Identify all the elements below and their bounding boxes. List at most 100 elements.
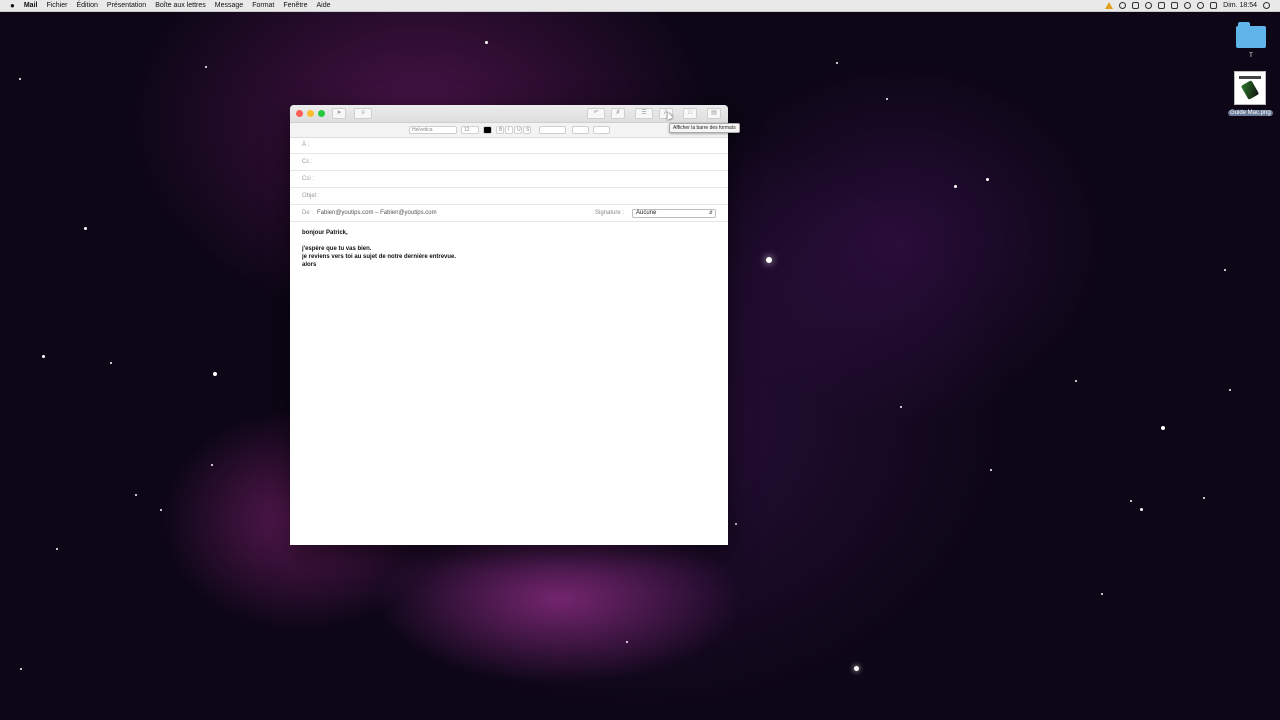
star (42, 355, 45, 358)
format-bar: Helvetica 12 B I U S (290, 123, 728, 138)
star (20, 668, 22, 670)
star (886, 98, 888, 100)
star (1161, 426, 1165, 430)
star (766, 257, 772, 263)
star (211, 464, 213, 466)
menu-aide[interactable]: Aide (317, 2, 331, 9)
italic-button[interactable]: I (505, 126, 513, 134)
header-fields-button[interactable]: ≡ (354, 108, 372, 119)
star (1224, 269, 1226, 271)
font-select[interactable]: Helvetica (409, 126, 457, 134)
stationery-icon[interactable]: ▤ (707, 108, 721, 119)
underline-button[interactable]: U (514, 126, 522, 134)
airdrop-icon[interactable] (1184, 2, 1192, 9)
warning-icon[interactable] (1105, 2, 1114, 9)
star (1130, 500, 1132, 502)
body-line: j'espère que tu vas bien. (302, 246, 372, 252)
star (1075, 380, 1077, 382)
title-bar: ➤ ≡ ↶ ✗ ☰ A □ ▤ (290, 105, 728, 123)
signature-select[interactable]: Aucune ⇵ (632, 209, 716, 218)
image-file-icon (1234, 71, 1267, 105)
zoom-button[interactable] (318, 110, 325, 117)
star (836, 62, 838, 64)
desktop-file-label: Guide Mac.png (1228, 110, 1273, 116)
star (205, 66, 207, 68)
bcc-field[interactable]: Cci : (290, 172, 728, 188)
chevron-updown-icon: ⇵ (708, 210, 713, 216)
list-select[interactable] (572, 126, 589, 134)
star (1140, 508, 1143, 511)
star (990, 469, 992, 471)
size-select[interactable]: 12 (461, 126, 479, 134)
menu-edition[interactable]: Édition (76, 2, 97, 9)
clock[interactable]: Dim. 18:54 (1223, 2, 1257, 9)
menu-fichier[interactable]: Fichier (46, 2, 67, 9)
menu-format[interactable]: Format (252, 2, 274, 9)
globe-icon[interactable] (1145, 2, 1153, 9)
record-icon[interactable] (1119, 2, 1127, 9)
from-select[interactable]: Fabien@youtips.com – Fabien@youtips.com (317, 210, 437, 216)
menu-presentation[interactable]: Présentation (107, 2, 146, 9)
battery-icon[interactable] (1210, 2, 1218, 9)
menu-bar: ● Mail Fichier Édition Présentation Boît… (0, 0, 1280, 12)
cc-label: Cc : (302, 159, 313, 165)
star (1229, 389, 1231, 391)
quote-icon[interactable]: ☰ (635, 108, 653, 119)
star (135, 494, 137, 496)
menu-boite-aux-lettres[interactable]: Boîte aux lettres (155, 2, 206, 9)
send-button[interactable]: ➤ (332, 108, 346, 119)
close-button[interactable] (296, 110, 303, 117)
message-body[interactable]: bonjour Patrick, j'espère que tu vas bie… (302, 229, 456, 269)
photo-browser-icon[interactable]: □ (683, 108, 697, 119)
align-buttons[interactable] (539, 126, 566, 134)
indent-select[interactable] (593, 126, 610, 134)
star (485, 41, 488, 44)
star (735, 523, 737, 525)
star (19, 78, 21, 80)
wifi-icon[interactable] (1197, 2, 1205, 9)
star (954, 185, 957, 188)
menu-fenetre[interactable]: Fenêtre (283, 2, 307, 9)
star (854, 666, 859, 671)
to-label: À : (302, 142, 310, 148)
bcc-label: Cci : (302, 176, 314, 182)
subject-field[interactable]: Objet : (290, 189, 728, 205)
strike-button[interactable]: S (523, 126, 531, 134)
apple-menu-icon[interactable]: ● (10, 1, 15, 10)
minimize-button[interactable] (307, 110, 314, 117)
display-icon[interactable] (1158, 2, 1166, 9)
signature-value: Aucune (636, 210, 657, 216)
star (56, 548, 58, 550)
star (900, 406, 902, 408)
star (160, 509, 162, 511)
desktop-folder-label: T (1249, 53, 1253, 59)
body-line: alors (302, 262, 317, 268)
cc-field[interactable]: Cc : (290, 155, 728, 171)
star (84, 227, 87, 230)
attach-icon[interactable]: ✗ (611, 108, 625, 119)
body-line: bonjour Patrick, (302, 230, 348, 236)
volume-icon[interactable] (1132, 2, 1140, 9)
desktop-folder[interactable]: T (1236, 22, 1266, 59)
from-label: De : (302, 210, 314, 216)
from-row: De : Fabien@youtips.com – Fabien@youtips… (290, 206, 728, 222)
menu-message[interactable]: Message (215, 2, 243, 9)
color-swatch[interactable] (483, 126, 492, 134)
star (110, 362, 112, 364)
star (986, 178, 989, 181)
star (1101, 593, 1103, 595)
search-icon[interactable] (1263, 2, 1270, 9)
body-line (302, 237, 456, 245)
signature-label: Signature : (595, 210, 625, 216)
body-line: je reviens vers toi au sujet de notre de… (302, 254, 457, 260)
folder-icon (1236, 22, 1266, 48)
menu-app-name[interactable]: Mail (24, 2, 38, 9)
star (213, 372, 217, 376)
dropbox-icon[interactable] (1171, 2, 1179, 9)
desktop-file[interactable]: Guide Mac.png (1228, 71, 1273, 116)
reply-icon[interactable]: ↶ (587, 108, 605, 119)
to-field[interactable]: À : (290, 138, 728, 154)
bold-button[interactable]: B (496, 126, 504, 134)
tooltip: Afficher la barre des formats (669, 123, 740, 133)
subject-label: Objet : (302, 193, 320, 199)
